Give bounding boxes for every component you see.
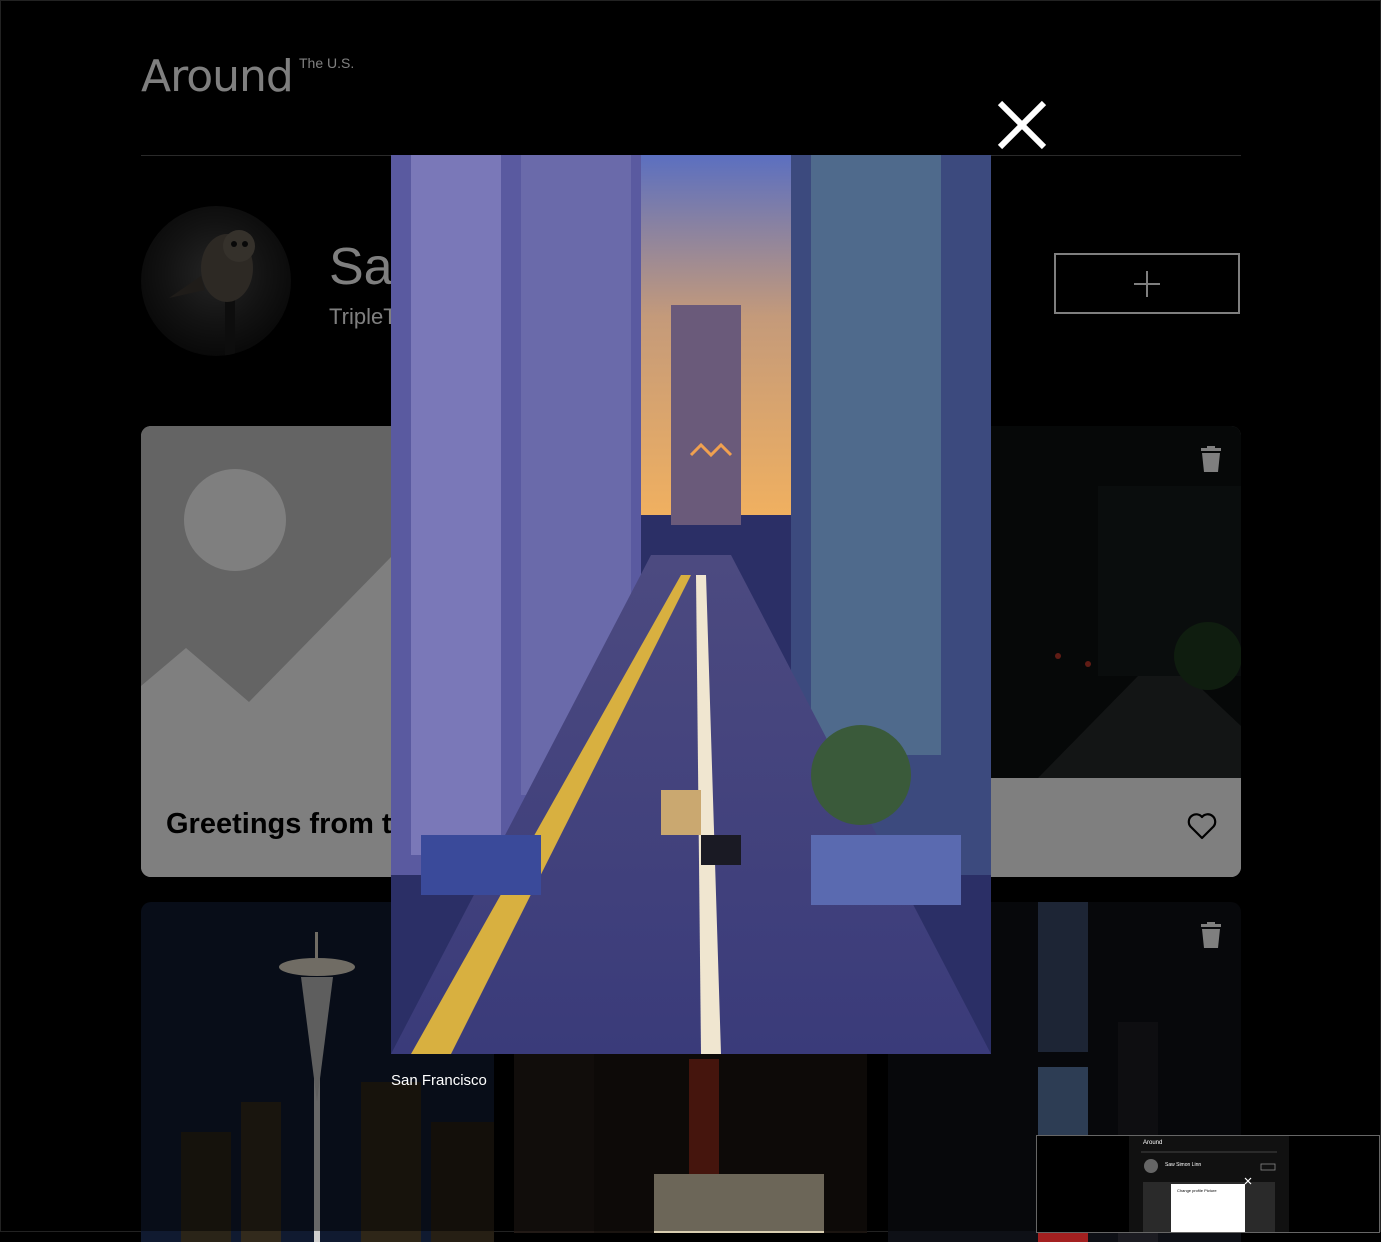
close-icon[interactable]	[994, 97, 1050, 153]
san-francisco-street-photo	[391, 155, 991, 1054]
thumbnail-logo: Around	[1143, 1140, 1163, 1146]
popup-caption: San Francisco	[391, 1072, 487, 1089]
screenshot-thumbnail[interactable]: Around Saw Simon Linn Change profile Pic…	[1036, 1135, 1380, 1233]
thumbnail-profile-name: Saw Simon Linn	[1165, 1162, 1202, 1168]
thumbnail-dialog-title: Change profile Picture	[1177, 1188, 1217, 1193]
thumbnail-preview	[1037, 1136, 1379, 1232]
popup-image	[391, 155, 991, 1054]
page: Around The U.S. Sa TripleT Greetin	[0, 0, 1381, 1242]
